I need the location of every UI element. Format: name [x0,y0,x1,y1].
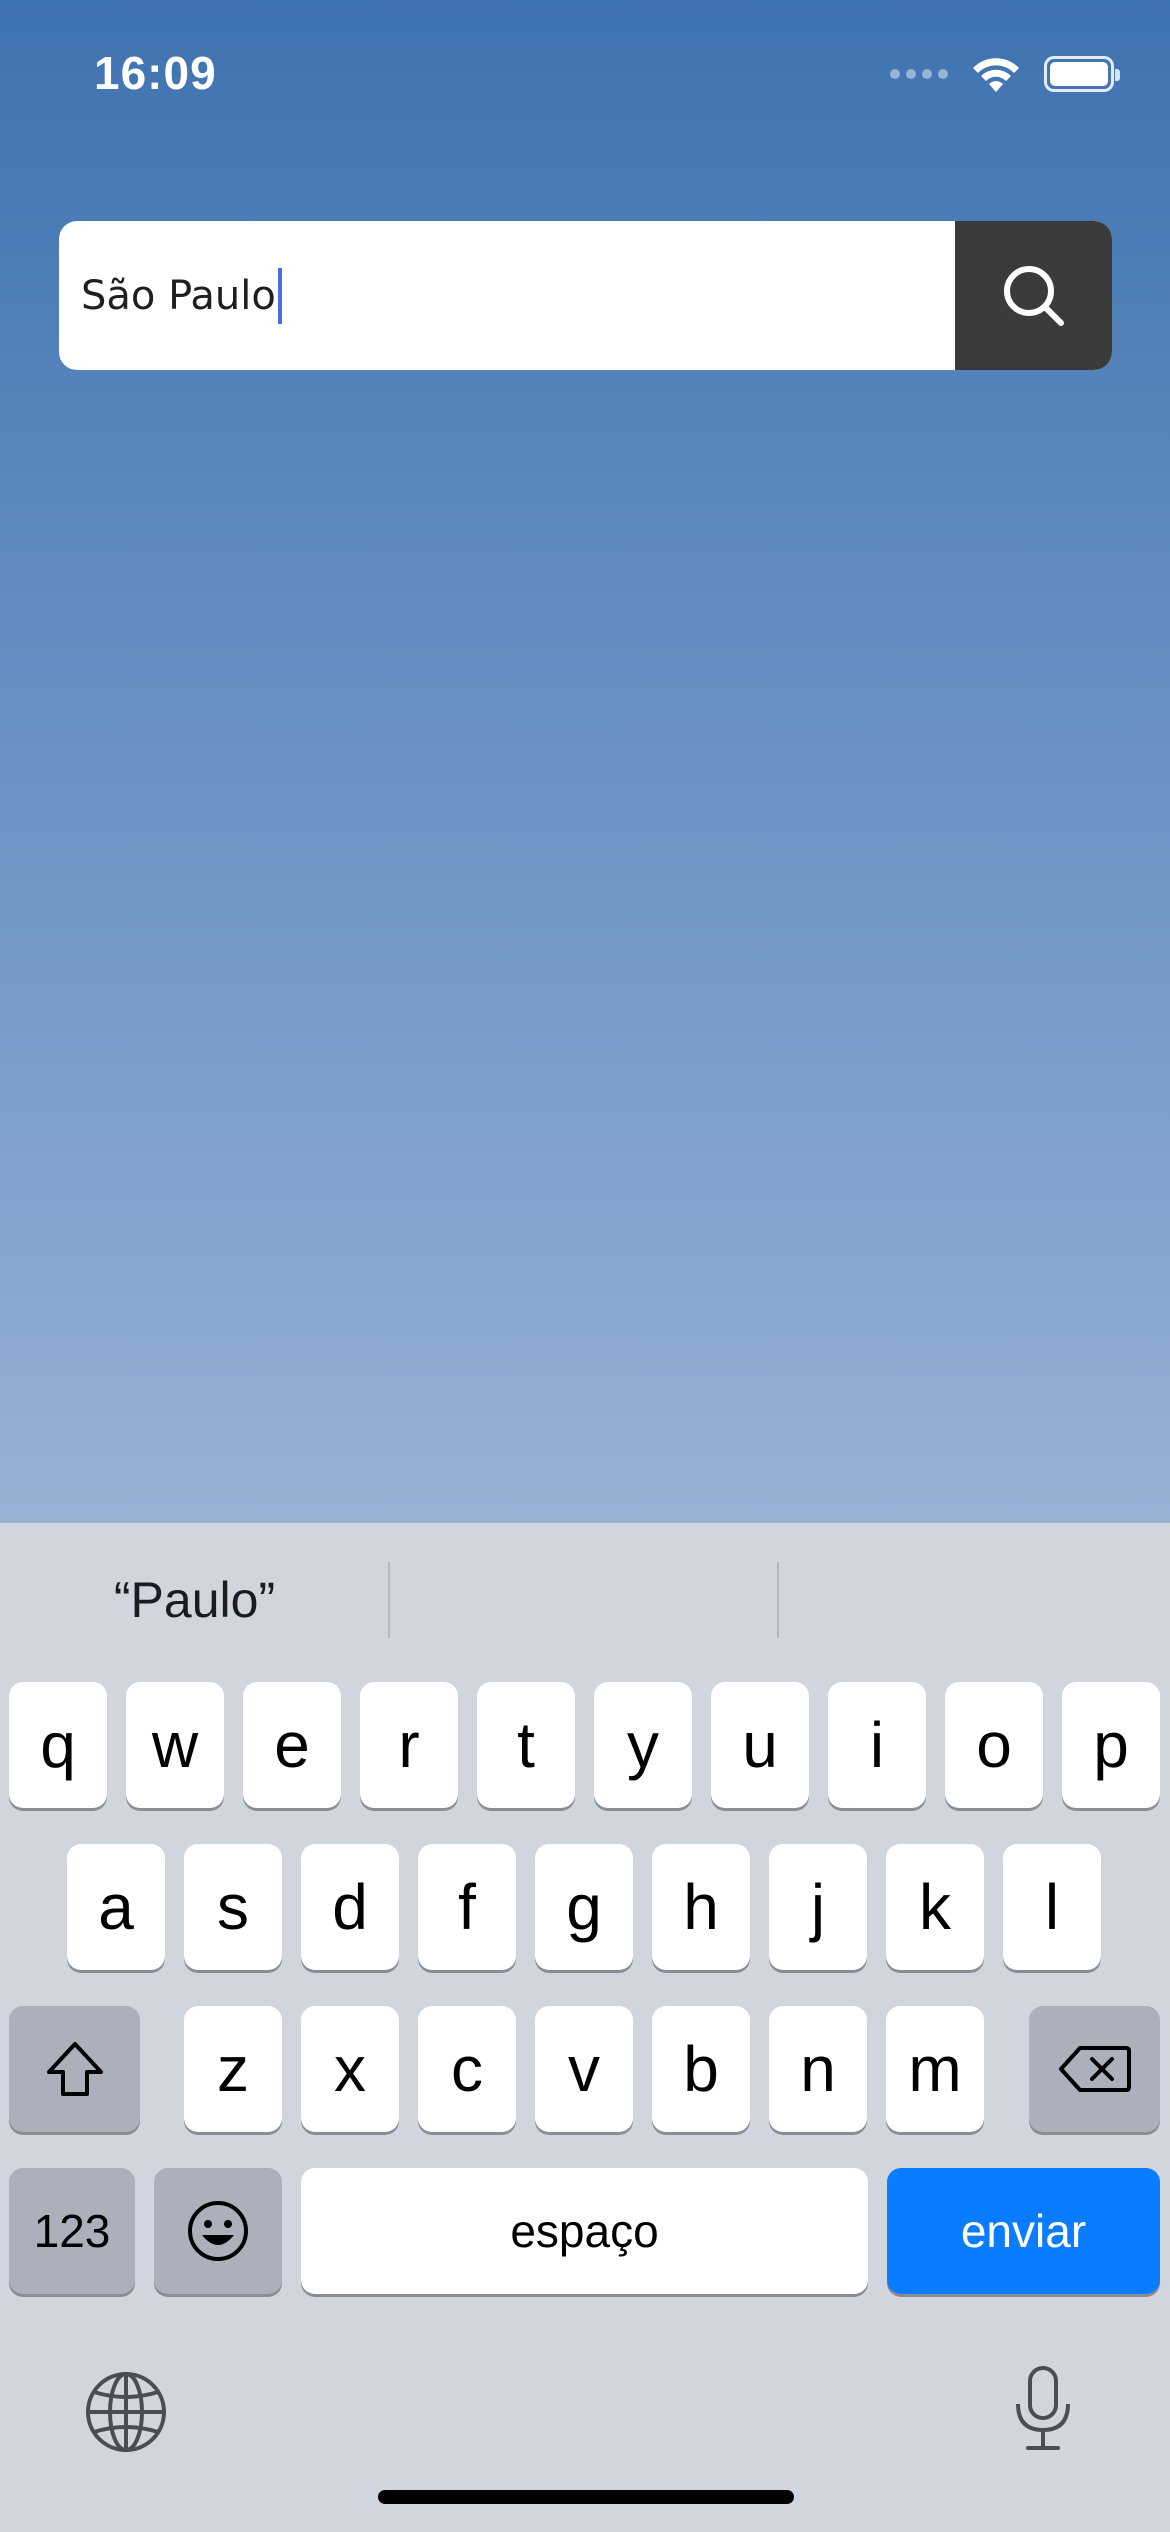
key-m[interactable]: m [886,2006,984,2132]
status-icons [890,52,1120,96]
key-n[interactable]: n [769,2006,867,2132]
key-w[interactable]: w [126,1682,224,1808]
key-e[interactable]: e [243,1682,341,1808]
keyboard: “Paulo” q w e r t y u i o p a s d f g h … [0,1523,1170,2532]
text-caret [277,267,282,324]
key-o[interactable]: o [945,1682,1043,1808]
home-indicator[interactable] [378,2490,794,2504]
key-b[interactable]: b [652,2006,750,2132]
key-z[interactable]: z [184,2006,282,2132]
suggestion-3[interactable] [779,1523,1168,1677]
key-h[interactable]: h [652,1844,750,1970]
key-v[interactable]: v [535,2006,633,2132]
key-r[interactable]: r [360,1682,458,1808]
numbers-key[interactable]: 123 [9,2168,135,2294]
search-bar: São Paulo [59,221,1112,370]
key-d[interactable]: d [301,1844,399,1970]
key-g[interactable]: g [535,1844,633,1970]
search-button[interactable] [955,221,1112,370]
key-y[interactable]: y [594,1682,692,1808]
return-key[interactable]: enviar [887,2168,1160,2294]
search-input-value: São Paulo [81,272,276,319]
suggestion-2[interactable] [390,1523,779,1677]
key-c[interactable]: c [418,2006,516,2132]
key-a[interactable]: a [67,1844,165,1970]
key-q[interactable]: q [9,1682,107,1808]
key-p[interactable]: p [1062,1682,1160,1808]
space-key[interactable]: espaço [301,2168,868,2294]
battery-icon [1044,56,1120,92]
shift-icon [46,2042,103,2096]
delete-key[interactable] [1029,2006,1160,2132]
search-input[interactable]: São Paulo [59,221,955,370]
key-i[interactable]: i [828,1682,926,1808]
search-icon [1003,265,1064,326]
key-j[interactable]: j [769,1844,867,1970]
shift-key[interactable] [9,2006,140,2132]
suggestion-1[interactable]: “Paulo” [0,1523,389,1677]
key-u[interactable]: u [711,1682,809,1808]
wifi-icon [973,58,1019,92]
emoji-icon [188,2201,248,2261]
key-x[interactable]: x [301,2006,399,2132]
globe-icon[interactable] [84,2370,168,2454]
emoji-key[interactable] [154,2168,282,2294]
suggestion-bar: “Paulo” [0,1523,1170,1677]
key-t[interactable]: t [477,1682,575,1808]
key-k[interactable]: k [886,1844,984,1970]
status-time: 16:09 [94,47,217,99]
cellular-signal-icon [890,69,948,79]
key-s[interactable]: s [184,1844,282,1970]
microphone-icon[interactable] [1010,2364,1076,2454]
key-l[interactable]: l [1003,1844,1101,1970]
key-f[interactable]: f [418,1844,516,1970]
delete-icon [1058,2046,1131,2092]
